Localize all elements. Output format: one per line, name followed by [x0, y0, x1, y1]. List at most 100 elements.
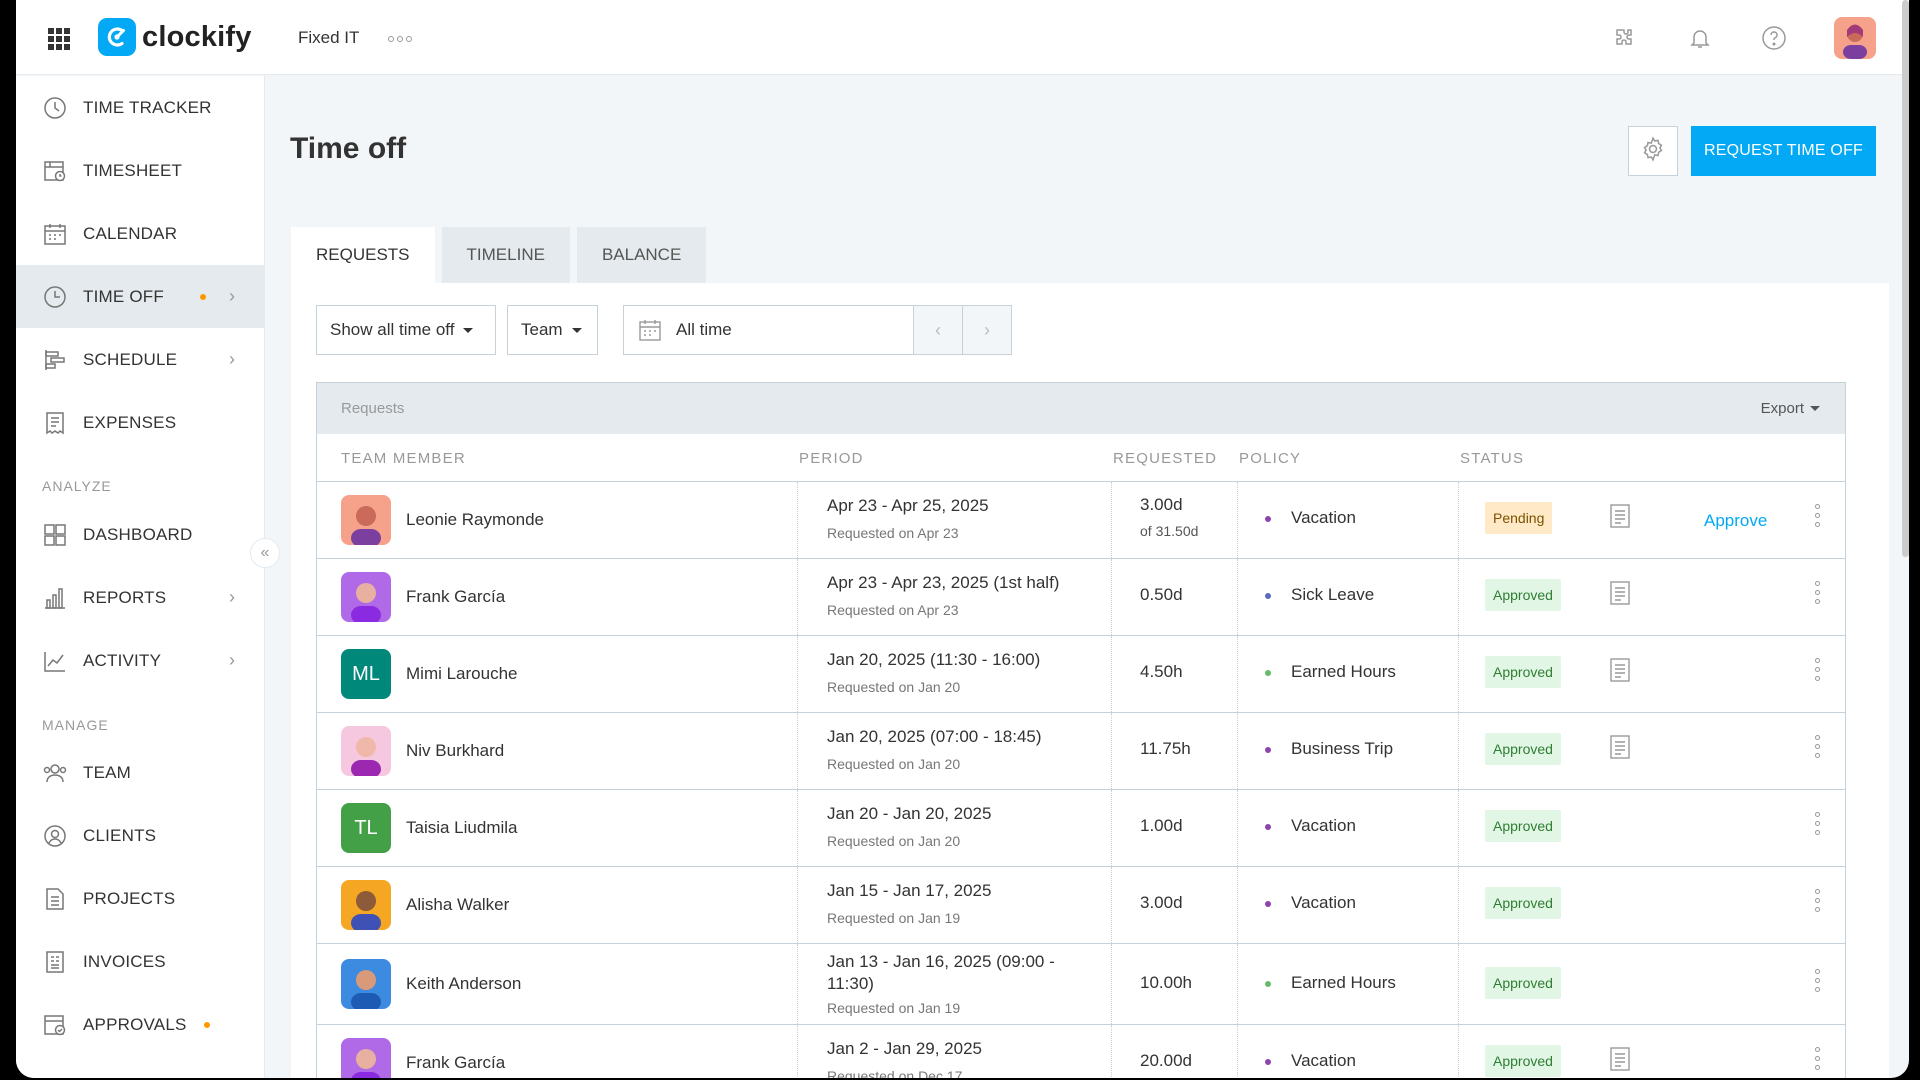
column-header-period[interactable]: PERIOD [799, 450, 864, 467]
page-scrollbar[interactable] [1902, 0, 1909, 557]
team-member-name: Frank García [406, 1053, 506, 1072]
period-text: Jan 20, 2025 (07:00 - 18:45) [827, 727, 1042, 746]
sidebar-item-calendar[interactable]: CALENDAR [16, 202, 265, 265]
puzzle-icon[interactable] [1608, 22, 1640, 54]
sidebar-item-schedule[interactable]: SCHEDULE › [16, 328, 265, 391]
more-options-icon[interactable] [1815, 658, 1820, 681]
export-label: Export [1760, 400, 1804, 417]
sidebar-item-time-tracker[interactable]: TIME TRACKER [16, 76, 265, 139]
cell-divider [797, 790, 798, 866]
previous-period-button[interactable]: ‹ [913, 305, 963, 355]
more-options-icon[interactable] [1815, 581, 1820, 604]
avatar-initials: TL [354, 816, 378, 839]
status-badge: Approved [1485, 1045, 1561, 1077]
table-row[interactable]: ML Mimi Larouche Jan 20, 2025 (11:30 - 16:… [316, 636, 1846, 713]
period-text: Apr 23 - Apr 23, 2025 (1st half) [827, 573, 1060, 592]
caret-down-icon [1810, 406, 1820, 411]
logo[interactable]: clockify [98, 18, 252, 56]
cell-divider [797, 944, 798, 1024]
schedule-icon [42, 347, 68, 373]
table-row[interactable]: Frank García Apr 23 - Apr 23, 2025 (1st h… [316, 559, 1846, 636]
policy-name: Business Trip [1291, 739, 1394, 758]
chevron-right-icon: › [984, 319, 990, 340]
sidebar-item-label: TEAM [83, 762, 132, 782]
table-row[interactable]: Alisha Walker Jan 15 - Jan 17, 2025 Reques… [316, 867, 1846, 944]
cell-divider [1237, 1025, 1238, 1078]
cell-divider [1458, 944, 1459, 1024]
tab-timeline[interactable]: TIMELINE [441, 227, 570, 283]
policy-name: Earned Hours [1291, 662, 1396, 681]
tab-balance[interactable]: BALANCE [576, 227, 707, 283]
sidebar-item-clients[interactable]: CLIENTS [16, 804, 265, 867]
cell-divider [1111, 1025, 1112, 1078]
sidebar-item-time-off[interactable]: TIME OFF › [16, 265, 265, 328]
note-icon[interactable] [1609, 657, 1631, 688]
table-row[interactable]: Frank García Jan 2 - Jan 29, 2025 Requeste… [316, 1025, 1846, 1078]
top-header: clockify Fixed IT [16, 0, 1909, 75]
tabs: REQUESTS TIMELINE BALANCE [291, 227, 707, 283]
page-title: Time off [290, 132, 407, 165]
requested-amount: 3.00d [1140, 495, 1183, 514]
more-options-icon[interactable] [1815, 735, 1820, 758]
help-icon[interactable] [1758, 22, 1790, 54]
invoice-icon [42, 949, 68, 975]
team-filter-dropdown[interactable]: Team [507, 305, 598, 355]
more-options-icon[interactable] [1815, 889, 1820, 912]
more-options-icon[interactable] [1815, 1047, 1820, 1070]
sidebar-item-team[interactable]: TEAM [16, 741, 265, 804]
cell-divider [1111, 636, 1112, 712]
policy-color-dot [1265, 747, 1271, 753]
table-row[interactable]: Leonie Raymonde Apr 23 - Apr 25, 2025 Requ… [316, 482, 1846, 559]
show-filter-dropdown[interactable]: Show all time off [316, 305, 496, 355]
column-header-status[interactable]: STATUS [1460, 450, 1524, 467]
more-options-icon[interactable] [1815, 812, 1820, 835]
period-text-continued: 11:30) [827, 974, 874, 993]
tab-requests[interactable]: REQUESTS [291, 227, 435, 283]
workspace-more-icon[interactable] [388, 36, 412, 42]
sidebar-item-reports[interactable]: REPORTS › [16, 566, 265, 629]
table-row[interactable]: Keith Anderson Jan 13 - Jan 16, 2025 (09:… [316, 944, 1846, 1025]
export-dropdown[interactable]: Export [1761, 400, 1820, 417]
bell-icon[interactable] [1684, 22, 1716, 54]
sidebar-item-approvals[interactable]: APPROVALS [16, 993, 265, 1056]
column-header-team-member[interactable]: TEAM MEMBER [341, 450, 466, 467]
sidebar-item-invoices[interactable]: INVOICES [16, 930, 265, 993]
cell-divider [1458, 790, 1459, 866]
request-time-off-button[interactable]: REQUEST TIME OFF [1691, 126, 1876, 176]
collapse-sidebar-button[interactable]: « [250, 538, 280, 568]
column-header-requested[interactable]: REQUESTED [1113, 450, 1217, 467]
note-icon[interactable] [1609, 580, 1631, 611]
sidebar-item-projects[interactable]: PROJECTS [16, 867, 265, 930]
more-options-icon[interactable] [1815, 969, 1820, 992]
requested-amount: 11.75h [1140, 739, 1191, 758]
sidebar-item-expenses[interactable]: EXPENSES [16, 391, 265, 454]
caret-down-icon [571, 327, 582, 333]
sidebar-item-activity[interactable]: ACTIVITY › [16, 629, 265, 692]
note-icon[interactable] [1609, 734, 1631, 765]
more-options-icon[interactable] [1815, 504, 1820, 527]
table-row[interactable]: TL Taisia Liudmila Jan 20 - Jan 20, 2025 Re… [316, 790, 1846, 867]
status-badge: Pending [1485, 502, 1553, 534]
user-avatar[interactable] [1834, 17, 1876, 59]
sidebar-item-label: REPORTS [83, 587, 167, 607]
sidebar-item-label: INVOICES [83, 951, 166, 971]
settings-button[interactable] [1628, 126, 1678, 176]
sidebar-item-dashboard[interactable]: DASHBOARD [16, 503, 265, 566]
period-text: Jan 15 - Jan 17, 2025 [827, 881, 992, 900]
activity-icon [42, 648, 68, 674]
note-icon[interactable] [1609, 1046, 1631, 1077]
sidebar-item-timesheet[interactable]: TIMESHEET [16, 139, 265, 202]
policy-name: Vacation [1291, 816, 1356, 835]
policy-name: Earned Hours [1291, 973, 1396, 992]
apps-grid-icon[interactable] [48, 28, 70, 50]
note-icon[interactable] [1609, 503, 1631, 534]
clock-icon [42, 95, 68, 121]
table-body: Leonie Raymonde Apr 23 - Apr 25, 2025 Requ… [316, 482, 1846, 1078]
column-header-policy[interactable]: POLICY [1239, 450, 1301, 467]
next-period-button[interactable]: › [962, 305, 1012, 355]
workspace-name[interactable]: Fixed IT [298, 28, 359, 48]
approve-button[interactable]: Approve [1704, 511, 1767, 531]
date-range-picker[interactable]: All time [623, 305, 914, 355]
sidebar-item-label: DASHBOARD [83, 524, 193, 544]
table-row[interactable]: Niv Burkhard Jan 20, 2025 (07:00 - 18:45)… [316, 713, 1846, 790]
